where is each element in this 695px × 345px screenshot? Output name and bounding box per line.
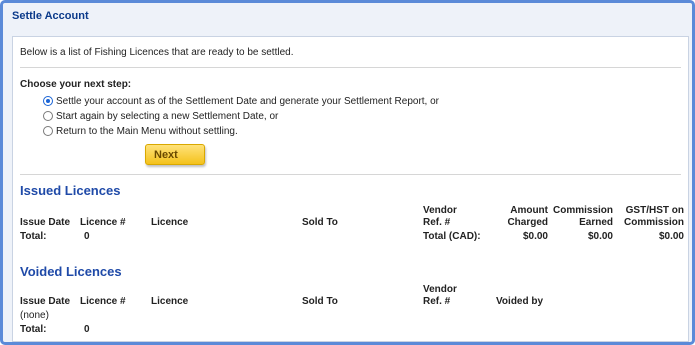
issued-total-count: 0 (84, 231, 90, 242)
settle-account-window: Settle Account Below is a list of Fishin… (0, 0, 695, 345)
radio-main-menu[interactable] (43, 126, 53, 136)
next-step-heading: Choose your next step: (20, 79, 132, 90)
voided-licences-title: Voided Licences (20, 264, 122, 279)
divider (20, 174, 681, 175)
col-gst-1: GST/HST on (625, 205, 684, 216)
col-licence: Licence (151, 217, 189, 228)
option-main-menu-label: Return to the Main Menu without settling… (56, 125, 238, 137)
window-title: Settle Account (12, 10, 89, 22)
issued-licences-title: Issued Licences (20, 183, 121, 198)
radio-settle[interactable] (43, 96, 53, 106)
total-cad-label: Total (CAD): (423, 231, 481, 242)
col-amount-1: Amount (510, 205, 548, 216)
intro-text: Below is a list of Fishing Licences that… (20, 47, 294, 58)
void-col-licence: Licence (151, 296, 189, 307)
col-licence-no: Licence # (80, 217, 126, 228)
void-col-vendor-ref-2: Ref. # (423, 296, 451, 307)
col-vendor-ref-1: Vendor (423, 205, 457, 216)
col-sold-to: Sold To (302, 217, 338, 228)
col-gst-2: Commission (623, 217, 684, 228)
amount-charged-total: $0.00 (522, 231, 548, 242)
issued-total-label: Total: (20, 231, 47, 242)
voided-empty-text: (none) (20, 310, 49, 321)
col-commission-2: Earned (579, 217, 613, 228)
option-settle-label: Settle your account as of the Settlement… (56, 95, 439, 107)
radio-new-date[interactable] (43, 111, 53, 121)
col-commission-1: Commission (552, 205, 613, 216)
option-settle-account[interactable]: Settle your account as of the Settlement… (43, 95, 439, 107)
col-amount-2: Charged (507, 217, 548, 228)
void-col-issue-date: Issue Date (20, 296, 71, 307)
col-vendor-ref-2: Ref. # (423, 217, 451, 228)
content-panel: Below is a list of Fishing Licences that… (12, 36, 689, 342)
commission-earned-total: $0.00 (587, 231, 613, 242)
void-col-vendor-ref-1: Vendor (423, 284, 457, 295)
void-col-sold-to: Sold To (302, 296, 338, 307)
option-new-date-label: Start again by selecting a new Settlemen… (56, 110, 279, 122)
option-new-date[interactable]: Start again by selecting a new Settlemen… (43, 110, 278, 122)
divider (20, 67, 681, 68)
option-main-menu[interactable]: Return to the Main Menu without settling… (43, 125, 238, 137)
voided-total-count: 0 (84, 324, 90, 335)
gst-total: $0.00 (658, 231, 684, 242)
void-col-voided-by: Voided by (496, 296, 544, 307)
col-issue-date: Issue Date (20, 217, 71, 228)
void-col-licence-no: Licence # (80, 296, 126, 307)
voided-total-label: Total: (20, 324, 47, 335)
next-button[interactable]: Next (145, 144, 205, 165)
